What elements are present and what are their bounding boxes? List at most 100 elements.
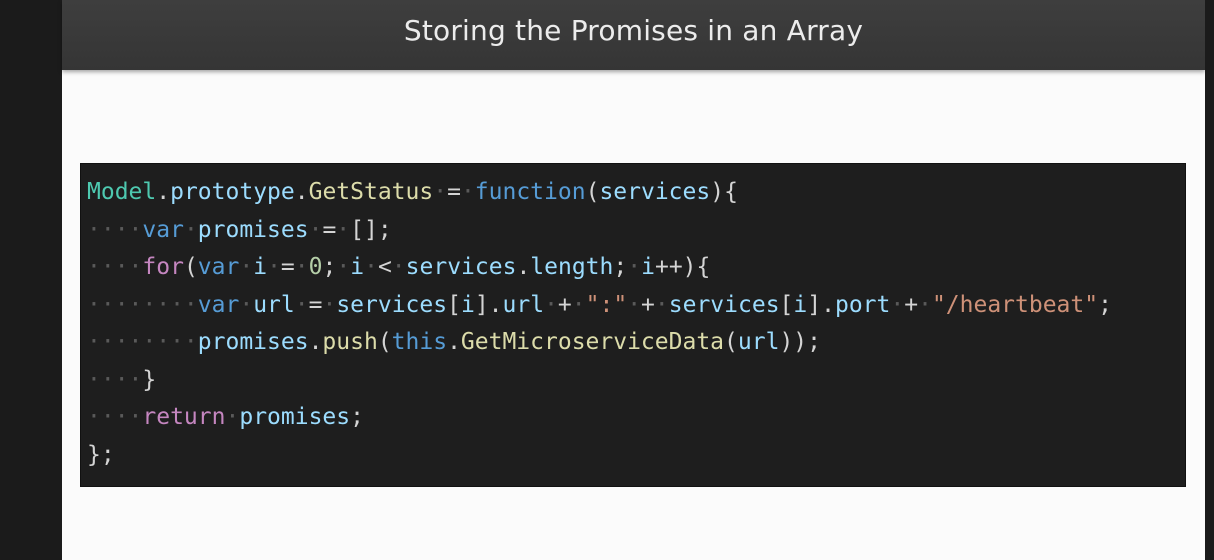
whitespace-marker: · [294,291,309,318]
code-token: i [641,254,655,280]
code-token: ":" [585,291,628,318]
code-token: . [516,254,531,280]
code-token: ( [377,329,392,355]
code-line: ········var·url·=·services[i].url·+·":"·… [87,287,1185,325]
code-token: + [557,291,572,318]
code-token: = [280,254,295,280]
whitespace-marker: · [890,291,905,318]
whitespace-marker: · [544,291,558,318]
code-token: var [197,291,240,318]
code-line: Model.prototype.GetStatus·=·function(ser… [87,174,1185,212]
code-token: 0 [308,254,323,280]
code-token: i [350,254,365,280]
code-token: [ [779,291,794,318]
whitespace-marker: · [391,254,406,280]
code-token: url [253,291,295,318]
whitespace-marker: · [627,291,642,318]
code-token: < [377,254,392,280]
code-token: i [460,291,475,318]
video-frame: Storing the Promises in an Array Model.p… [0,0,1214,560]
whitespace-marker: · [336,254,351,280]
whitespace-marker: ···· [87,366,143,393]
whitespace-marker: · [183,216,198,243]
whitespace-marker: · [322,291,337,318]
code-token: for [142,254,184,280]
code-token: ( [183,254,198,280]
code-token: services [599,179,711,205]
code-token: services [336,291,448,318]
code-token: GetStatus [308,179,434,205]
whitespace-marker: · [294,254,309,280]
code-token: . [308,329,323,355]
code-token: [ [447,291,461,318]
whitespace-marker: · [225,404,240,430]
code-token: ( [585,179,600,205]
whitespace-marker: · [460,179,475,205]
whitespace-marker: ········ [87,291,198,318]
code-token: + [641,291,655,318]
code-token: i [793,291,808,318]
code-token: ++){ [654,254,711,280]
code-token: this [391,329,448,355]
code-token: . [447,329,461,355]
whitespace-marker: · [364,254,378,280]
code-token: }; [87,441,115,468]
whitespace-marker: · [433,179,448,205]
whitespace-marker: ···· [87,216,143,243]
right-edge-bar [1205,0,1214,560]
code-token: . [294,179,309,205]
code-token: GetMicroserviceData [460,329,725,355]
code-line: }; [87,437,1185,475]
code-token: prototype [170,179,295,205]
code-token: } [142,366,157,393]
code-token: promises [239,404,351,430]
code-line: ····} [87,362,1185,400]
whitespace-marker: · [918,291,932,318]
code-token: ]. [807,291,835,318]
whitespace-marker: · [267,254,281,280]
code-line: ····for(var·i·=·0;·i·<·services.length;·… [87,249,1185,287]
code-token: = [322,216,337,243]
code-token: return [142,404,226,430]
slide-title: Storing the Promises in an Array [403,13,864,47]
code-token: var [142,216,184,243]
whitespace-marker: · [654,291,669,318]
code-block: Model.prototype.GetStatus·=·function(ser… [80,163,1186,487]
code-token: ; [322,254,337,280]
code-token: url [737,329,780,355]
code-token: . [156,179,171,205]
code-token: ; [350,404,364,430]
code-token: i [253,254,268,280]
code-token: var [197,254,240,280]
whitespace-marker: · [239,291,254,318]
code-token: push [322,329,378,355]
code-token: ){ [710,179,738,205]
whitespace-marker: · [571,291,586,318]
whitespace-marker: ········ [87,329,198,355]
slide: Storing the Promises in an Array Model.p… [62,0,1205,560]
code-token: = [447,179,461,205]
whitespace-marker: · [627,254,642,280]
whitespace-marker: ···· [87,404,143,430]
code-line: ········promises.push(this.GetMicroservi… [87,324,1185,362]
whitespace-marker: · [239,254,254,280]
whitespace-marker: · [336,216,351,243]
code-line: ····return·promises; [87,399,1185,437]
code-token: url [502,291,545,318]
code-token: ; [613,254,628,280]
code-token: port [834,291,891,318]
code-token: services [668,291,780,318]
code-token: function [474,179,586,205]
whitespace-marker: · [308,216,323,243]
code-token: + [904,291,919,318]
code-line: ····var·promises·=·[]; [87,212,1185,250]
code-token: ; [1098,291,1112,318]
code-token: services [405,254,517,280]
code-token: "/heartbeat" [931,291,1099,318]
code-token: []; [350,216,392,243]
whitespace-marker: ···· [87,254,143,280]
code-token: )); [779,329,821,355]
code-token: ( [724,329,738,355]
code-token: length [530,254,614,280]
code-token: Model [87,179,157,205]
